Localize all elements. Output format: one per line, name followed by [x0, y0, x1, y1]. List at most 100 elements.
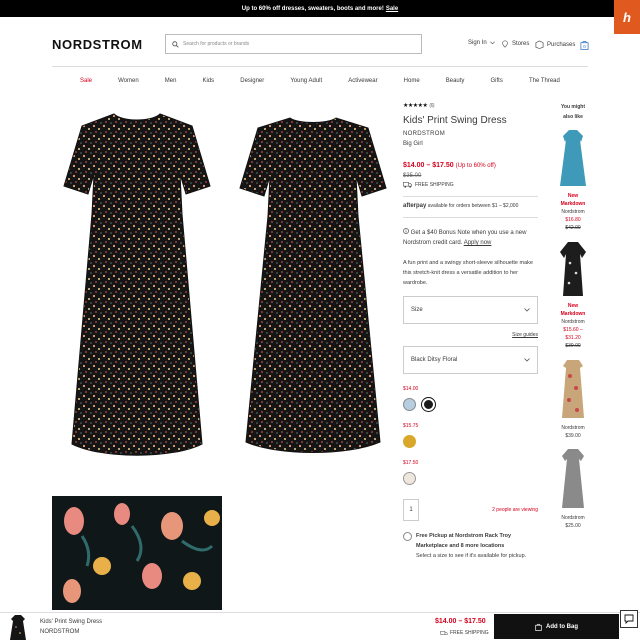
- rec-original-price: $39.00: [565, 343, 581, 349]
- add-to-bag-label: Add to Bag: [546, 623, 578, 630]
- product-title: Kids' Print Swing Dress: [403, 115, 507, 126]
- rec-item[interactable]: New Markdown Nordstrom $16.80 $42.00: [556, 128, 590, 232]
- nav-kids[interactable]: Kids: [203, 78, 215, 84]
- rec-price: $25.00: [565, 523, 581, 529]
- nav-designer[interactable]: Designer: [240, 78, 264, 84]
- rating-count: (6): [429, 103, 435, 109]
- color-swatch-blue[interactable]: [403, 398, 416, 411]
- pickup-title: Free Pickup at Nordstrom Rack Troy Marke…: [416, 533, 512, 549]
- color-swatch-yellow[interactable]: [403, 435, 416, 448]
- add-to-bag-button[interactable]: Add to Bag: [494, 614, 619, 639]
- bag-button[interactable]: 0: [580, 40, 589, 50]
- nav-beauty[interactable]: Beauty: [446, 78, 465, 84]
- product-price: $14.00 – $17.50 (Up to 60% off): [403, 162, 538, 169]
- stores-link[interactable]: Stores: [501, 40, 529, 48]
- bag-count: 0: [583, 44, 586, 49]
- purchases-link[interactable]: Purchases: [535, 40, 575, 49]
- rec-brand: Nordstrom: [561, 425, 585, 431]
- nav-men[interactable]: Men: [165, 78, 177, 84]
- product-image-back[interactable]: [228, 104, 398, 484]
- rec-item[interactable]: Nordstrom $39.00: [556, 356, 590, 440]
- sign-in-link[interactable]: Sign In: [468, 40, 495, 46]
- product-image-front[interactable]: [52, 104, 222, 484]
- bag-icon: [535, 623, 542, 631]
- size-guide-link[interactable]: Size guides: [403, 332, 538, 338]
- bottom-shipping: FREE SHIPPING: [440, 630, 489, 636]
- rating-stars[interactable]: ★★★★★ (6): [403, 102, 538, 109]
- nav-women[interactable]: Women: [118, 78, 139, 84]
- promo-banner[interactable]: Up to 60% off dresses, sweaters, boots a…: [0, 0, 640, 17]
- stores-label: Stores: [512, 41, 530, 47]
- honey-extension-icon[interactable]: h: [614, 0, 640, 34]
- pickup-radio[interactable]: [403, 532, 412, 541]
- color-dropdown[interactable]: Black Ditsy Floral: [403, 346, 538, 374]
- nav-activewear[interactable]: Activewear: [348, 78, 377, 84]
- size-label: Size: [411, 307, 423, 313]
- nav-the-thread[interactable]: The Thread: [529, 78, 560, 84]
- nav-gifts[interactable]: Gifts: [491, 78, 503, 84]
- recommendations-heading: You might also like: [560, 104, 586, 120]
- rec-item[interactable]: Nordstrom $25.00: [556, 446, 590, 530]
- bottom-thumbnail: [10, 615, 26, 640]
- product-category: Big Girl: [403, 141, 423, 147]
- nav-home[interactable]: Home: [404, 78, 420, 84]
- purchases-icon: [535, 40, 544, 49]
- bottom-product-brand: NORDSTROM: [40, 629, 80, 635]
- rec-brand: Nordstrom: [561, 319, 585, 325]
- swatch-price: $17.50: [403, 460, 419, 466]
- rec-badge: New Markdown: [560, 193, 586, 207]
- apply-now-link[interactable]: Apply now: [464, 240, 492, 246]
- pickup-option[interactable]: Free Pickup at Nordstrom Rack Troy Marke…: [403, 531, 538, 561]
- rec-price: $15.60 – $31.20: [563, 327, 583, 341]
- store-icon: [502, 40, 508, 48]
- chevron-down-icon: [524, 358, 530, 362]
- rec-item[interactable]: New Markdown Nordstrom $15.60 – $31.20 $…: [556, 238, 590, 350]
- quantity-select[interactable]: 1: [403, 499, 419, 521]
- header-divider: [52, 66, 588, 67]
- divider: [403, 196, 538, 197]
- free-shipping: FREE SHIPPING: [403, 182, 538, 188]
- nav-sale[interactable]: Sale: [80, 78, 92, 84]
- divider: [403, 217, 538, 218]
- category-nav: Sale Women Men Kids Designer Young Adult…: [52, 78, 588, 84]
- afterpay-info[interactable]: afterpay available for orders between $1…: [403, 203, 538, 209]
- discount-text: (Up to 60% off): [455, 163, 496, 169]
- rec-price: $39.00: [565, 433, 581, 439]
- product-image-detail[interactable]: [52, 496, 222, 610]
- truck-icon: [440, 630, 448, 635]
- color-swatch-cream-print[interactable]: [403, 472, 416, 485]
- product-description: A fun print and a swingy short-sleeve si…: [403, 260, 533, 286]
- search-icon: [172, 40, 179, 48]
- promo-sale-link[interactable]: Sale: [386, 6, 398, 12]
- sign-in-label: Sign In: [468, 40, 487, 46]
- bottom-price: $14.00 – $17.50: [435, 618, 486, 625]
- original-price: $35.00: [403, 173, 422, 179]
- rec-original-price: $42.00: [565, 225, 581, 231]
- rec-image[interactable]: [558, 356, 588, 422]
- product-info: ★★★★★ (6) Kids' Print Swing Dress NORDSTR…: [403, 102, 538, 561]
- search-placeholder: Search for products or brands: [183, 41, 250, 47]
- rec-image[interactable]: [558, 446, 588, 512]
- chat-icon: [624, 614, 634, 624]
- rec-image[interactable]: [558, 128, 588, 190]
- swatch-price: $15.75: [403, 423, 419, 429]
- color-swatch-black-floral[interactable]: [421, 397, 436, 412]
- truck-icon: [403, 182, 412, 188]
- promo-text: Up to 60% off dresses, sweaters, boots a…: [241, 5, 384, 12]
- afterpay-text: available for orders between $1 – $2,000: [427, 203, 519, 209]
- size-dropdown[interactable]: Size: [403, 296, 538, 324]
- nav-young-adult[interactable]: Young Adult: [290, 78, 322, 84]
- rec-image[interactable]: [558, 238, 588, 300]
- pickup-subtext: Select a size to see if it's available f…: [416, 553, 527, 559]
- product-brand[interactable]: NORDSTROM: [403, 131, 538, 137]
- bonus-note: Get a $40 Bonus Note when you use a new …: [403, 228, 538, 248]
- search-input[interactable]: Search for products or brands: [165, 34, 422, 54]
- chat-button[interactable]: [620, 610, 638, 628]
- chevron-down-icon: [489, 41, 495, 45]
- swatch-row: [403, 435, 538, 448]
- nordstrom-logo[interactable]: NORDSTROM: [52, 37, 143, 52]
- bag-icon: 0: [580, 41, 589, 50]
- swatch-row: [403, 472, 538, 485]
- purchases-label: Purchases: [547, 41, 576, 48]
- info-icon: [403, 228, 409, 234]
